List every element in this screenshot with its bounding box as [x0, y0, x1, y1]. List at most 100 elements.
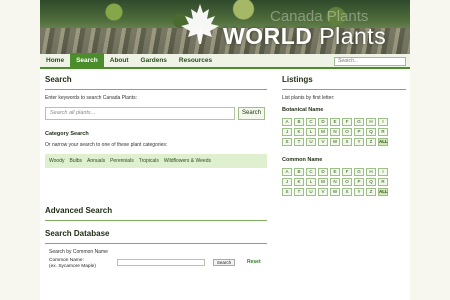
botanical-letter-q[interactable]: Q: [366, 128, 376, 136]
nav-about[interactable]: About: [104, 53, 135, 68]
botanical-letter-p[interactable]: P: [354, 128, 364, 136]
database-search-button[interactable]: Search: [213, 259, 235, 266]
botanical-letter-s[interactable]: S: [282, 138, 292, 146]
botanical-letter-d[interactable]: D: [318, 118, 328, 126]
site-title-bold: WORLD: [223, 23, 313, 49]
search-row: Search all plants... Search: [45, 107, 267, 120]
common-letter-v[interactable]: V: [318, 188, 328, 196]
common-letter-g[interactable]: G: [354, 168, 364, 176]
common-letter-f[interactable]: F: [342, 168, 352, 176]
common-letter-k[interactable]: K: [294, 178, 304, 186]
database-form-row: Common Name: (ex. Sycamore Maple) Search…: [45, 258, 267, 270]
category-heading: Category Search: [45, 131, 89, 137]
common-letter-c[interactable]: C: [306, 168, 316, 176]
botanical-letter-i[interactable]: I: [378, 118, 388, 126]
common-letter-grid: A B C D E F G H I J K L M N O P Q R S T U V W X Y Z ALL: [282, 168, 406, 196]
common-letter-u[interactable]: U: [306, 188, 316, 196]
category-bulbs[interactable]: Bulbs: [69, 158, 82, 164]
listings-column: Listings List plants by first letter: Bo…: [282, 75, 406, 196]
botanical-letter-b[interactable]: B: [294, 118, 304, 126]
botanical-letter-f[interactable]: F: [342, 118, 352, 126]
common-letter-n[interactable]: N: [330, 178, 340, 186]
site-title[interactable]: WORLD Plants: [223, 24, 386, 48]
nav-home[interactable]: Home: [40, 53, 70, 68]
nav-search[interactable]: Search: [70, 53, 104, 68]
reset-link[interactable]: Reset: [247, 259, 261, 265]
category-perennials[interactable]: Perennials: [110, 158, 134, 164]
botanical-letter-e[interactable]: E: [330, 118, 340, 126]
botanical-letter-m[interactable]: M: [318, 128, 328, 136]
search-heading: Search: [45, 75, 72, 84]
common-letter-s[interactable]: S: [282, 188, 292, 196]
divider: [45, 89, 267, 90]
category-bar: Woody Bulbs Annuals Perennials Tropicals…: [45, 154, 267, 168]
site-banner: Canada Plants WORLD Plants: [40, 0, 410, 54]
common-letter-p[interactable]: P: [354, 178, 364, 186]
common-name-heading: Common Name: [282, 157, 323, 163]
search-instruction: Enter keywords to search Canada Plants:: [45, 95, 137, 101]
botanical-letter-u[interactable]: U: [306, 138, 316, 146]
common-name-hint: (ex. Sycamore Maple): [49, 264, 96, 269]
botanical-letter-t[interactable]: T: [294, 138, 304, 146]
database-subheading: Search by Common Name: [49, 249, 108, 255]
common-letter-b[interactable]: B: [294, 168, 304, 176]
common-letter-q[interactable]: Q: [366, 178, 376, 186]
header-search-input[interactable]: Search...: [334, 57, 406, 66]
botanical-letter-j[interactable]: J: [282, 128, 292, 136]
category-tropicals[interactable]: Tropicals: [139, 158, 159, 164]
botanical-letter-g[interactable]: G: [354, 118, 364, 126]
common-letter-o[interactable]: O: [342, 178, 352, 186]
nav-resources[interactable]: Resources: [173, 53, 218, 68]
common-letter-e[interactable]: E: [330, 168, 340, 176]
listings-instruction: List plants by first letter:: [282, 95, 335, 101]
common-name-input[interactable]: [117, 259, 205, 266]
botanical-letter-z[interactable]: Z: [366, 138, 376, 146]
common-letter-d[interactable]: D: [318, 168, 328, 176]
botanical-letter-grid: A B C D E F G H I J K L M N O P Q R S T U V W X Y Z ALL: [282, 118, 406, 146]
common-letter-y[interactable]: Y: [354, 188, 364, 196]
botanical-name-heading: Botanical Name: [282, 107, 324, 113]
search-input[interactable]: Search all plants...: [45, 107, 235, 120]
common-letter-w[interactable]: W: [330, 188, 340, 196]
common-letter-l[interactable]: L: [306, 178, 316, 186]
site-title-light: Plants: [319, 23, 387, 49]
common-letter-i[interactable]: I: [378, 168, 388, 176]
botanical-letter-l[interactable]: L: [306, 128, 316, 136]
common-letter-t[interactable]: T: [294, 188, 304, 196]
botanical-letter-x[interactable]: X: [342, 138, 352, 146]
common-letter-m[interactable]: M: [318, 178, 328, 186]
database-heading: Search Database: [45, 229, 110, 238]
nav-gardens[interactable]: Gardens: [135, 53, 173, 68]
search-column: Search Enter keywords to search Canada P…: [45, 75, 267, 270]
botanical-letter-a[interactable]: A: [282, 118, 292, 126]
advanced-search-heading: Advanced Search: [45, 206, 113, 215]
common-name-label: Common Name: (ex. Sycamore Maple): [45, 258, 117, 270]
main-nav: Home Search About Gardens Resources Sear…: [40, 53, 410, 69]
common-letter-z[interactable]: Z: [366, 188, 376, 196]
common-letter-a[interactable]: A: [282, 168, 292, 176]
common-letter-x[interactable]: X: [342, 188, 352, 196]
botanical-letter-all[interactable]: ALL: [378, 138, 388, 146]
category-wildflowers-weeds[interactable]: Wildflowers & Weeds: [164, 158, 211, 164]
category-instruction: Or narrow your search to one of these pl…: [45, 142, 168, 148]
botanical-letter-y[interactable]: Y: [354, 138, 364, 146]
botanical-letter-v[interactable]: V: [318, 138, 328, 146]
category-annuals[interactable]: Annuals: [87, 158, 105, 164]
divider: [45, 243, 267, 244]
divider: [45, 220, 267, 221]
botanical-letter-w[interactable]: W: [330, 138, 340, 146]
common-letter-all[interactable]: ALL: [378, 188, 388, 196]
botanical-letter-n[interactable]: N: [330, 128, 340, 136]
botanical-letter-o[interactable]: O: [342, 128, 352, 136]
botanical-letter-k[interactable]: K: [294, 128, 304, 136]
category-woody[interactable]: Woody: [49, 158, 64, 164]
common-letter-h[interactable]: H: [366, 168, 376, 176]
botanical-letter-c[interactable]: C: [306, 118, 316, 126]
common-letter-r[interactable]: R: [378, 178, 388, 186]
divider: [282, 89, 406, 90]
listings-heading: Listings: [282, 75, 313, 84]
botanical-letter-h[interactable]: H: [366, 118, 376, 126]
search-button[interactable]: Search: [238, 107, 265, 120]
common-letter-j[interactable]: J: [282, 178, 292, 186]
botanical-letter-r[interactable]: R: [378, 128, 388, 136]
